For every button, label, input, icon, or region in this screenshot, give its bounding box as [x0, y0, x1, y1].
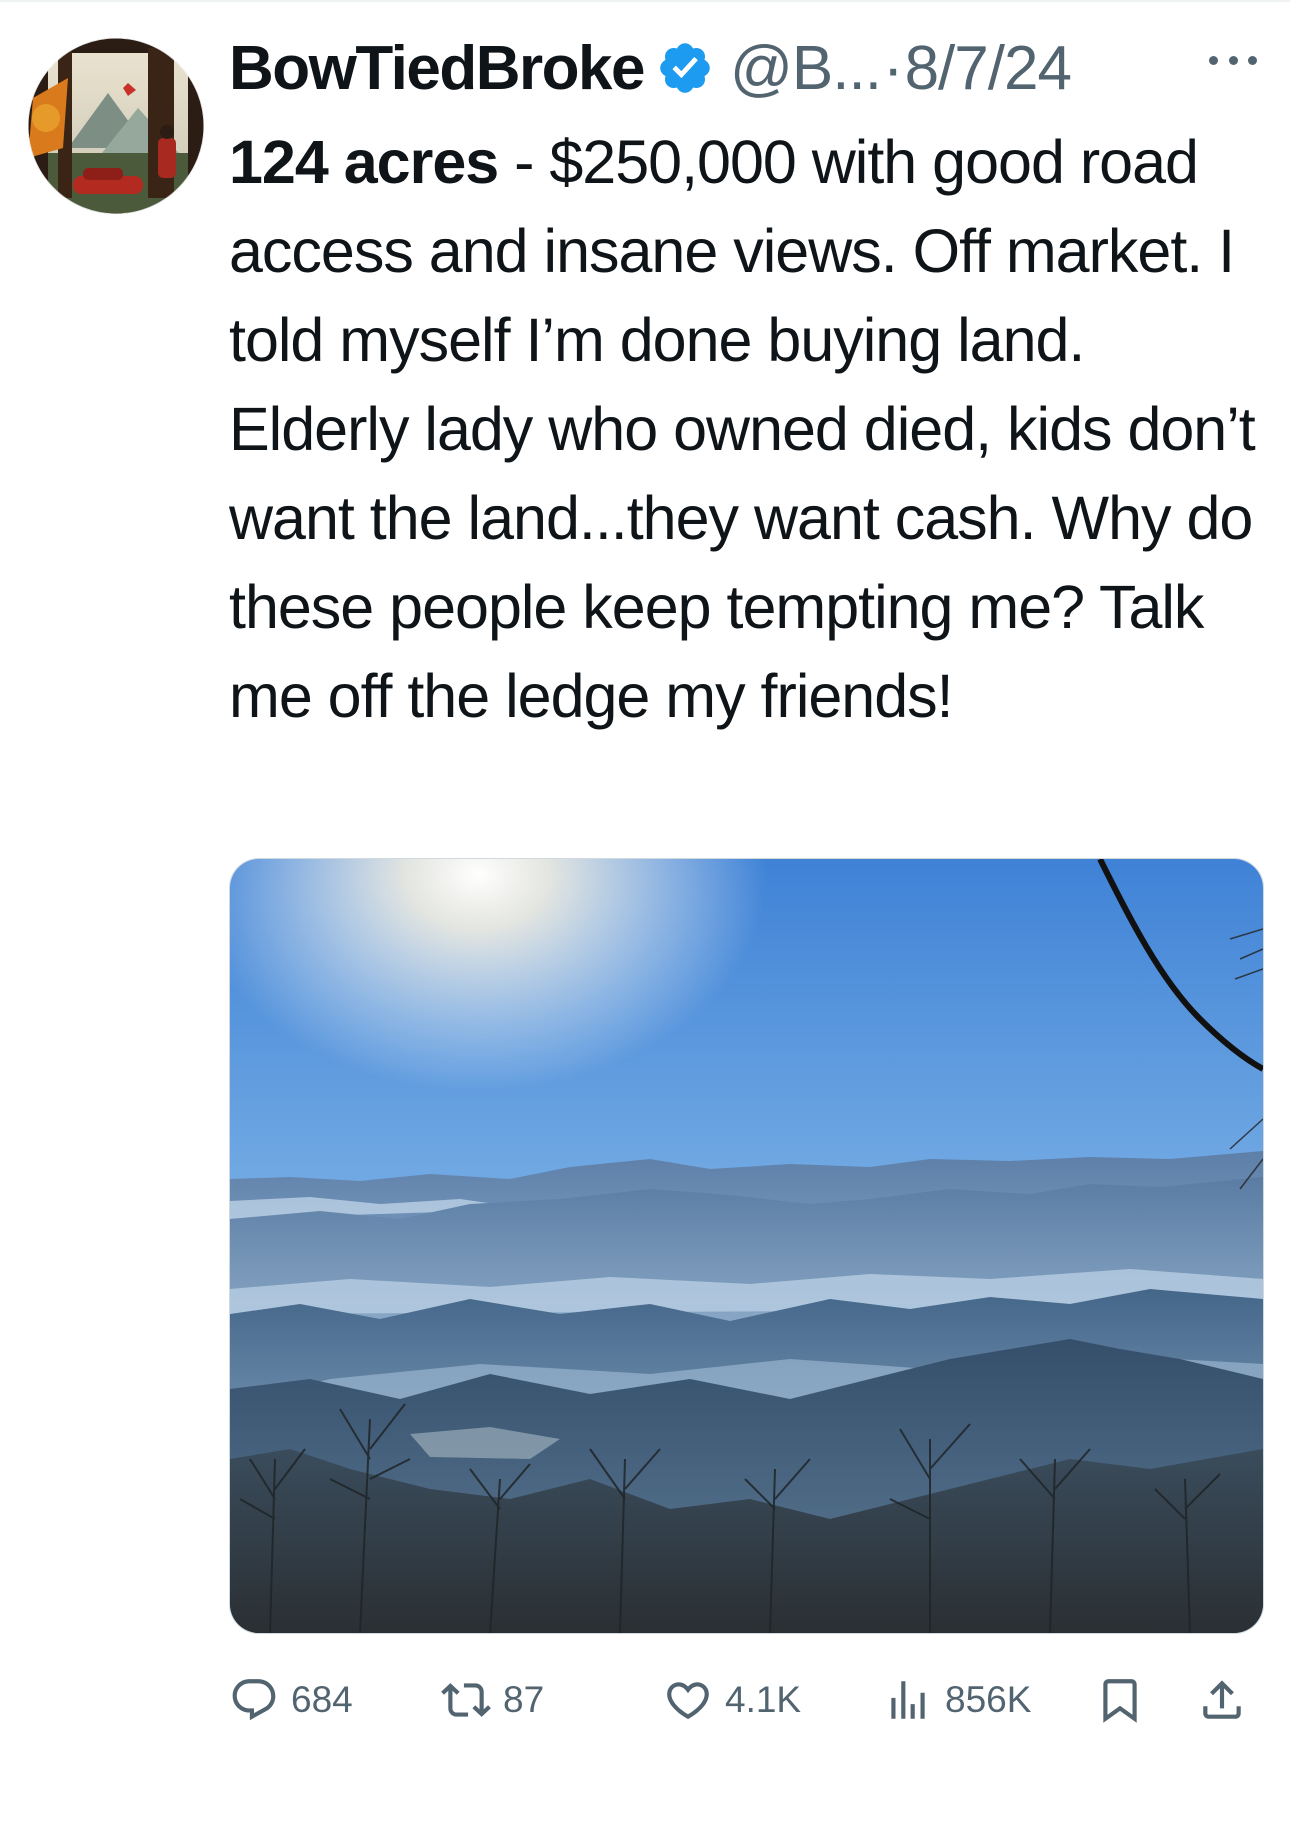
like-count: 4.1K — [725, 1679, 802, 1720]
bookmark-button[interactable] — [1095, 1668, 1145, 1732]
tweet-header: BowTiedBroke @B... · 8/7/24 — [229, 28, 1269, 108]
tweet-text: 124 acres - $250,000 with good road acce… — [229, 118, 1269, 741]
like-icon — [667, 1682, 709, 1720]
tweet-actions: 684 87 4.1K 856K — [229, 1668, 1269, 1732]
tweet-date[interactable]: 8/7/24 — [905, 33, 1072, 104]
share-icon — [1203, 1680, 1241, 1719]
tweet-text-body: - $250,000 with good road access and ins… — [229, 128, 1271, 730]
reply-icon — [232, 1679, 276, 1721]
views-icon — [891, 1681, 925, 1719]
reply-button[interactable]: 684 — [229, 1668, 353, 1732]
views-count: 856K — [945, 1679, 1032, 1720]
tweet-photo[interactable] — [229, 858, 1264, 1634]
retweet-icon — [441, 1683, 491, 1717]
retweet-button[interactable]: 87 — [441, 1668, 544, 1732]
reply-count: 684 — [291, 1679, 353, 1720]
separator-dot: · — [882, 33, 904, 103]
retweet-count: 87 — [503, 1679, 545, 1720]
views-button[interactable]: 856K — [883, 1668, 1031, 1732]
verified-badge-icon — [656, 39, 714, 97]
more-icon[interactable] — [1209, 50, 1257, 70]
bookmark-icon — [1103, 1679, 1137, 1723]
handle[interactable]: @B... — [730, 33, 882, 104]
tweet-text-bold: 124 acres — [229, 128, 499, 196]
tweet[interactable]: BowTiedBroke @B... · 8/7/24 124 acres - … — [0, 0, 1290, 1834]
avatar[interactable] — [28, 38, 204, 214]
like-button[interactable]: 4.1K — [663, 1668, 801, 1732]
display-name[interactable]: BowTiedBroke — [229, 33, 645, 104]
share-button[interactable] — [1197, 1668, 1247, 1732]
